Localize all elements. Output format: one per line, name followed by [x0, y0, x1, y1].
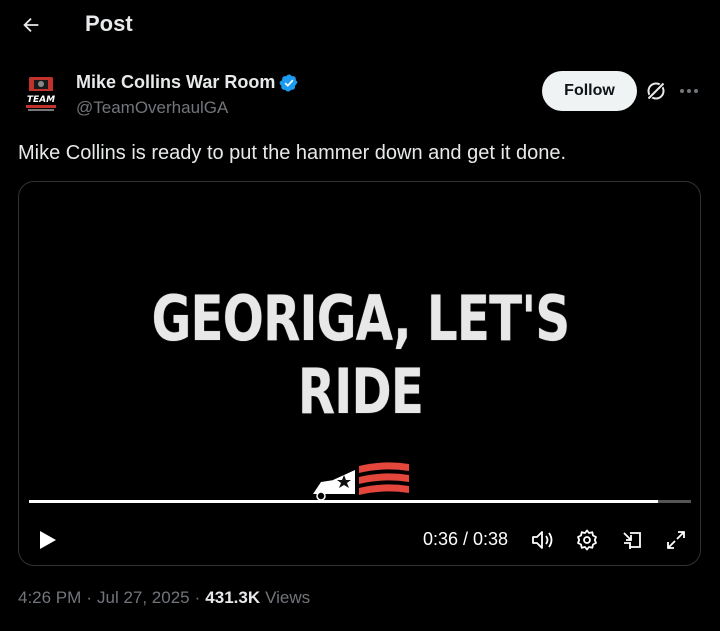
verified-badge-icon: [279, 73, 298, 92]
arrow-left-icon: [23, 17, 39, 33]
more-dots-icon[interactable]: [676, 79, 702, 103]
tweet-text: Mike Collins is ready to put the hammer …: [18, 142, 567, 164]
video-progress-fill: [29, 500, 658, 503]
post-meta: 4:26 PM · Jul 27, 2025 · 431.3K Views: [18, 588, 310, 608]
meta-separator: ·: [86, 588, 92, 607]
grok-icon[interactable]: [644, 79, 668, 103]
volume-icon[interactable]: [530, 528, 556, 552]
user-handle[interactable]: @TeamOverhaulGA: [76, 98, 228, 118]
post-header: Post: [0, 0, 720, 52]
post-time[interactable]: 4:26 PM: [18, 588, 81, 608]
play-icon[interactable]: [35, 528, 59, 552]
settings-icon[interactable]: [575, 528, 599, 552]
follow-button[interactable]: Follow: [542, 71, 637, 111]
page-title: Post: [85, 11, 133, 36]
fullscreen-icon[interactable]: [664, 528, 688, 552]
avatar[interactable]: TEAM: [20, 74, 62, 116]
display-name-text: Mike Collins War Room: [76, 72, 276, 92]
views-count: 431.3K: [205, 588, 261, 607]
display-name[interactable]: Mike Collins War Room: [76, 72, 299, 93]
video-time: 0:36 / 0:38: [423, 529, 509, 549]
views-label: Views: [265, 588, 311, 607]
back-button[interactable]: [14, 8, 48, 42]
team-overhaul-logo: TEAM: [20, 74, 62, 116]
author-row: TEAM Mike Collins War Room @TeamOverhaul…: [16, 70, 706, 122]
post-date[interactable]: Jul 27, 2025: [97, 588, 190, 608]
picture-in-picture-icon[interactable]: [620, 528, 644, 552]
video-progress-bar[interactable]: [29, 500, 691, 503]
avatar-text: TEAM: [27, 95, 55, 105]
video-frame-text: GEORIGA, LET'S RIDE: [151, 282, 571, 428]
meta-separator: ·: [194, 588, 201, 607]
video-player[interactable]: GEORIGA, LET'S RIDE 0:36 / 0:38: [18, 181, 701, 566]
